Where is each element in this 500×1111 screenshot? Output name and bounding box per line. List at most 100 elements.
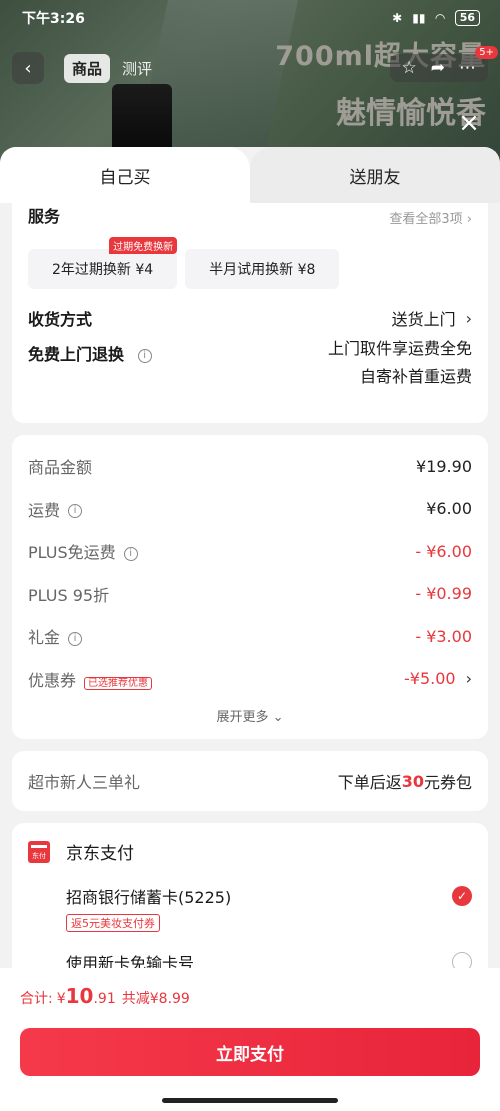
price-label-wrap: 商品金额 — [28, 454, 416, 478]
delivery-method-row[interactable]: 收货方式 送货上门 › — [12, 297, 488, 339]
close-icon[interactable]: × — [456, 110, 482, 136]
gift-label: 超市新人三单礼 — [28, 773, 141, 792]
delivery-value: 送货上门 — [391, 310, 456, 329]
service-option-label: 2年过期换新 ¥4 — [52, 262, 154, 278]
price-breakdown-card: 商品金额 ¥19.90 运费 i ¥6.00 PLUS免运费 i - ¥6.00 PLUS 95… — [12, 435, 488, 739]
price-label-wrap: 优惠券 已选推荐优惠 — [28, 667, 404, 691]
price-value-wrap: ¥6.00 — [426, 499, 472, 518]
total-saved: 共减¥8.99 — [121, 991, 190, 1007]
service-header: 服务 查看全部3项 › — [12, 203, 488, 227]
bank-card-option[interactable]: 招商银行储蓄卡(5225) ✓ — [12, 864, 488, 908]
jd-pay-logo-text: 东付 — [32, 851, 46, 860]
back-button[interactable]: ‹ — [12, 52, 44, 84]
free-return-line1: 上门取件享运费全免 — [327, 339, 472, 358]
price-label-wrap: PLUS 95折 — [28, 582, 415, 606]
jd-pay-logo-icon: 东付 — [28, 840, 50, 863]
bluetooth-icon: ✱ — [392, 11, 403, 25]
view-all-services-link[interactable]: 查看全部3项 › — [389, 208, 472, 227]
product-tabs: 商品 测评 — [64, 53, 160, 83]
service-option-label: 半月试用换新 ¥8 — [209, 262, 316, 278]
new-user-gift-card: 超市新人三单礼 下单后返 30 元券包 — [12, 751, 488, 811]
view-all-label: 查看全部3项 — [389, 212, 463, 227]
free-return-row: 免费上门退换 i 上门取件享运费全免 自寄补首重运费 — [12, 339, 488, 401]
signal-icon: ▮▮ — [412, 11, 426, 25]
expand-more-label: 展开更多 — [216, 710, 269, 725]
status-time: 下午3:26 — [22, 11, 85, 27]
expand-more-button[interactable]: 展开更多 ⌄ — [12, 700, 488, 725]
gift-value-prefix: 下单后返 — [337, 773, 402, 792]
price-label-wrap: 礼金 i — [28, 624, 415, 648]
price-label-wrap: PLUS免运费 i — [28, 539, 415, 563]
free-return-label-wrap: 免费上门退换 i — [28, 341, 328, 365]
total-currency: ¥ — [56, 991, 66, 1007]
free-return-label: 免费上门退换 — [28, 345, 125, 364]
price-value-wrap: -¥5.00 › — [404, 669, 472, 688]
status-bar: 下午3:26 ✱ ▮▮ ◠ 56 — [22, 6, 480, 30]
price-value-wrap: ¥19.90 — [416, 457, 472, 476]
price-label: 优惠券 — [28, 670, 77, 690]
info-icon[interactable]: i — [123, 546, 138, 561]
battery-icon: 56 — [454, 10, 480, 26]
total-dec: .91 — [93, 991, 116, 1007]
price-label: PLUS免运费 — [28, 543, 116, 563]
nav-actions: ☆ ➦ ⋯ 5+ — [389, 46, 498, 82]
chevron-right-icon: › — [465, 308, 472, 328]
star-icon[interactable]: ☆ — [402, 58, 417, 78]
delivery-label: 收货方式 — [28, 310, 93, 329]
delivery-value-wrap: 送货上门 › — [392, 306, 472, 330]
gift-value-suffix: 元券包 — [423, 773, 472, 792]
price-row: 礼金 i - ¥3.00 — [12, 615, 488, 658]
chevron-right-icon: › — [465, 669, 472, 689]
pay-now-button[interactable]: 立即支付 — [20, 1028, 480, 1076]
gift-value-amount: 30 — [401, 771, 424, 791]
service-title: 服务 — [28, 207, 61, 226]
gift-row: 超市新人三单礼 下单后返 30 元券包 — [12, 751, 488, 811]
purchase-mode-tabs: 自己买 送朋友 — [0, 147, 500, 203]
notification-badge: 5+ — [475, 46, 498, 59]
info-icon[interactable]: i — [68, 631, 83, 646]
coupon-recommend-tag: 已选推荐优惠 — [84, 676, 153, 690]
product-top-nav: ‹ 商品 测评 ☆ ➦ ⋯ 5+ — [12, 46, 498, 84]
price-value: ¥19.90 — [416, 456, 472, 476]
bank-promo-tag: 返5元美妆支付券 — [66, 914, 160, 932]
product-page-background: 700ml超大容量 魅情愉悦香 下午3:26 ✱ ▮▮ ◠ 56 ‹ 商品 测评… — [0, 0, 500, 170]
checkout-footer: 合计: ¥10.91 共减¥8.99 立即支付 — [0, 968, 500, 1111]
payment-title-row: 东付 京东支付 — [12, 839, 488, 864]
total-label: 合计: — [20, 991, 53, 1007]
tab-send-to-friend[interactable]: 送朋友 — [250, 147, 500, 203]
system-icons: ✱ ▮▮ ◠ 56 — [392, 10, 480, 26]
gift-value: 下单后返 30 元券包 — [338, 769, 472, 793]
info-icon[interactable]: i — [137, 348, 152, 363]
check-selected-icon[interactable]: ✓ — [452, 886, 472, 906]
tab-review[interactable]: 测评 — [114, 54, 160, 83]
service-option-halfmonth[interactable]: 半月试用换新 ¥8 — [185, 249, 340, 289]
price-value: - ¥3.00 — [415, 626, 472, 646]
tab-buy-for-self[interactable]: 自己买 — [0, 147, 250, 203]
chevron-right-icon: › — [466, 212, 472, 227]
price-value: - ¥0.99 — [415, 584, 472, 604]
tab-product[interactable]: 商品 — [64, 53, 111, 83]
wifi-icon: ◠ — [435, 11, 445, 25]
price-label: PLUS 95折 — [28, 585, 110, 605]
price-value: -¥5.00 — [404, 669, 456, 689]
service-option-2yr[interactable]: 过期免费换新 2年过期换新 ¥4 — [28, 237, 178, 289]
payment-title: 京东支付 — [66, 844, 134, 864]
price-row: PLUS 95折 - ¥0.99 — [12, 573, 488, 616]
bank-card-name: 招商银行储蓄卡(5225) — [66, 888, 232, 907]
price-row: PLUS免运费 i - ¥6.00 — [12, 530, 488, 573]
service-options: 过期免费换新 2年过期换新 ¥4 半月试用换新 ¥8 — [12, 227, 488, 289]
price-label-wrap: 运费 i — [28, 497, 426, 521]
more-icon[interactable]: ⋯ — [459, 58, 476, 78]
checkout-sheet: 自己买 送朋友 服务 查看全部3项 › 过期免费换新 2年过期换新 ¥4 半月试… — [0, 147, 500, 1111]
share-icon[interactable]: ➦ — [431, 58, 445, 78]
service-option-tag: 过期免费换新 — [109, 237, 178, 254]
service-card: 服务 查看全部3项 › 过期免费换新 2年过期换新 ¥4 半月试用换新 ¥8 收… — [12, 203, 488, 423]
home-indicator[interactable] — [162, 1098, 338, 1103]
price-value-wrap: - ¥3.00 — [415, 627, 472, 646]
chevron-left-icon: ‹ — [24, 57, 32, 79]
price-value-wrap: - ¥6.00 — [415, 542, 472, 561]
price-row[interactable]: 优惠券 已选推荐优惠 -¥5.00 › — [12, 658, 488, 701]
info-icon[interactable]: i — [68, 504, 83, 519]
free-return-line2: 自寄补首重运费 — [359, 367, 472, 386]
price-label: 礼金 — [28, 628, 61, 648]
